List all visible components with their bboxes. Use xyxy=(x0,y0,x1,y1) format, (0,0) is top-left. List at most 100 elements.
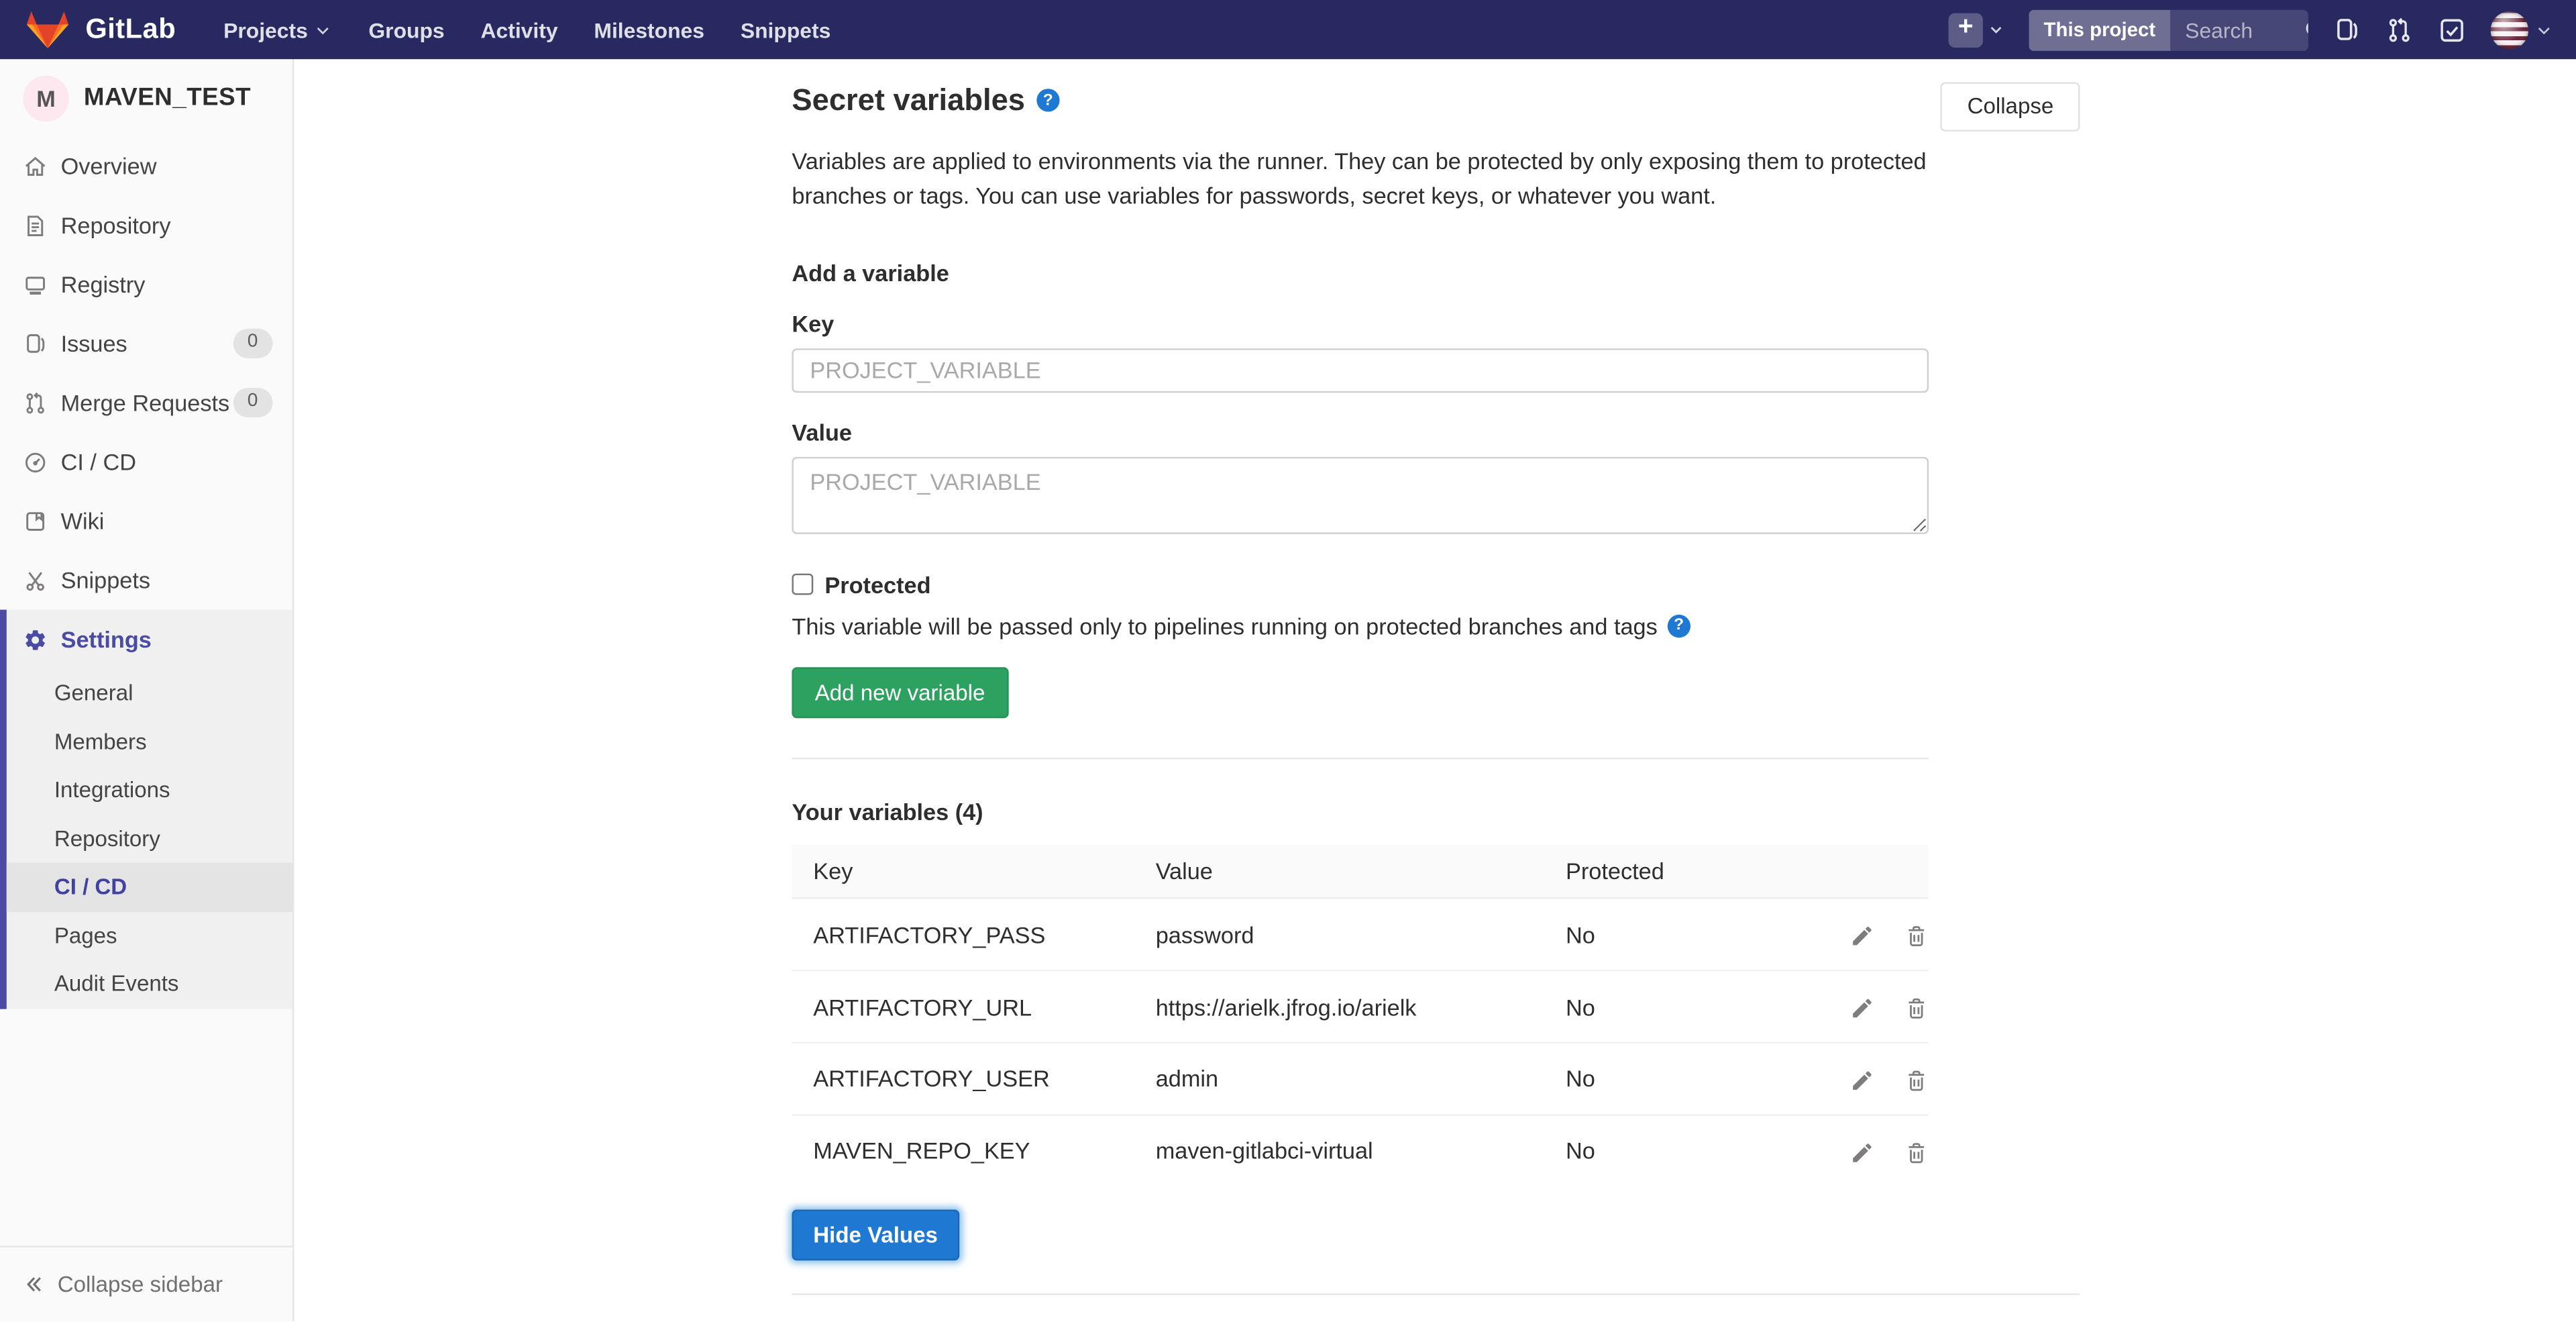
value-input[interactable] xyxy=(792,456,1929,534)
project-avatar: M xyxy=(23,74,69,121)
issues-icon[interactable] xyxy=(2333,15,2361,44)
table-row: ARTIFACTORY_USER admin No xyxy=(792,1042,1929,1115)
add-variable-heading: Add a variable xyxy=(792,259,949,286)
nav-link-activity[interactable]: Activity xyxy=(463,0,576,59)
column-header-key: Key xyxy=(813,858,853,885)
key-input[interactable] xyxy=(792,348,1929,393)
search-icon xyxy=(2306,23,2308,34)
sidebar-item-label: Merge Requests xyxy=(60,389,230,416)
user-menu[interactable] xyxy=(2490,10,2553,49)
nav-link-snippets[interactable]: Snippets xyxy=(722,0,849,59)
nav-link-groups[interactable]: Groups xyxy=(350,0,462,59)
brand-title[interactable]: GitLab xyxy=(85,13,176,46)
sidebar-item-merge-requests[interactable]: Merge Requests 0 xyxy=(0,373,292,432)
navbar-left: GitLab Projects Groups Activity Mileston… xyxy=(16,0,849,59)
search-input[interactable] xyxy=(2182,15,2297,44)
delete-variable-button[interactable] xyxy=(1904,996,1929,1021)
pencil-icon xyxy=(1853,927,1872,946)
divider xyxy=(792,1293,2080,1295)
sidebar-item-label: Overview xyxy=(60,152,157,179)
search-scope-badge[interactable]: This project xyxy=(2029,9,2171,50)
edit-variable-button[interactable] xyxy=(1850,1140,1875,1165)
top-navbar: GitLab Projects Groups Activity Mileston… xyxy=(0,0,2576,60)
variable-value: password xyxy=(1155,921,1254,948)
trash-icon xyxy=(1909,926,1925,947)
trash-icon xyxy=(1909,1142,1925,1163)
secret-variables-title: Secret variables xyxy=(792,82,1060,118)
issues-count-badge: 0 xyxy=(232,329,273,358)
sidebar-item-registry[interactable]: Registry xyxy=(0,255,292,314)
table-header-row: Key Value Protected xyxy=(792,845,1929,899)
search-box: This project xyxy=(2029,9,2308,50)
collapse-section-button[interactable]: Collapse xyxy=(1941,82,2080,131)
sidebar-subitem-repository[interactable]: Repository xyxy=(7,814,292,862)
help-icon[interactable] xyxy=(1036,89,1060,112)
gitlab-logo-icon[interactable] xyxy=(26,9,69,50)
edit-variable-button[interactable] xyxy=(1850,1068,1875,1092)
variable-protected: No xyxy=(1566,1065,1595,1092)
sidebar-subitem-audit-events[interactable]: Audit Events xyxy=(7,960,292,1008)
project-name: MAVEN_TEST xyxy=(83,83,252,112)
trash-icon xyxy=(1909,1070,1925,1090)
scissors-icon xyxy=(23,568,48,593)
column-header-actions xyxy=(1806,846,1929,899)
nav-link-label: Projects xyxy=(223,17,308,42)
collapse-sidebar-button[interactable]: Collapse sidebar xyxy=(0,1245,292,1321)
collapse-sidebar-label: Collapse sidebar xyxy=(57,1272,223,1297)
project-context[interactable]: M MAVEN_TEST xyxy=(0,59,292,136)
gear-icon xyxy=(23,627,48,652)
gauge-icon xyxy=(23,450,48,474)
hide-values-button[interactable]: Hide Values xyxy=(792,1209,959,1261)
book-icon xyxy=(23,509,48,533)
gitlab-app: GitLab Projects Groups Activity Mileston… xyxy=(0,0,2576,1321)
secret-variables-description: Variables are applied to environments vi… xyxy=(792,147,1927,209)
add-new-variable-button[interactable]: Add new variable xyxy=(792,666,1008,719)
sidebar-item-label: Registry xyxy=(60,271,146,298)
chevron-down-icon xyxy=(317,26,329,34)
variable-key: ARTIFACTORY_USER xyxy=(813,1065,1050,1092)
variable-protected: No xyxy=(1566,993,1595,1020)
table-row: MAVEN_REPO_KEY maven-gitlabci-virtual No xyxy=(792,1115,1929,1186)
sidebar-subitem-ci-cd[interactable]: CI / CD xyxy=(6,862,292,911)
sidebar-item-label: Issues xyxy=(60,330,127,357)
sidebar-item-snippets[interactable]: Snippets xyxy=(0,550,292,609)
navbar-right: + This project xyxy=(1948,9,2560,50)
nav-link-milestones[interactable]: Milestones xyxy=(576,0,722,59)
table-row: ARTIFACTORY_PASS password No xyxy=(792,899,1929,970)
help-icon[interactable] xyxy=(1667,614,1690,638)
double-chevron-left-icon xyxy=(27,1277,41,1292)
protected-checkbox[interactable] xyxy=(792,574,814,596)
pencil-icon xyxy=(1853,999,1872,1018)
edit-variable-button[interactable] xyxy=(1850,996,1875,1021)
sidebar-subitem-members[interactable]: Members xyxy=(7,717,292,766)
sidebar-item-overview[interactable]: Overview xyxy=(0,136,292,195)
edit-variable-button[interactable] xyxy=(1850,924,1875,949)
value-label: Value xyxy=(792,419,853,446)
sidebar-item-wiki[interactable]: Wiki xyxy=(0,491,292,550)
sidebar-item-issues[interactable]: Issues 0 xyxy=(0,314,292,373)
user-avatar xyxy=(2490,10,2529,49)
sidebar-item-settings[interactable]: Settings xyxy=(7,610,292,669)
nav-link-projects[interactable]: Projects xyxy=(205,0,350,59)
sidebar-item-label: Snippets xyxy=(60,566,151,594)
sidebar-subitem-pages[interactable]: Pages xyxy=(7,911,292,960)
merge-requests-icon[interactable] xyxy=(2385,15,2414,44)
sidebar-subitem-integrations[interactable]: Integrations xyxy=(7,766,292,814)
new-menu-button[interactable]: + xyxy=(1948,12,2004,47)
sidebar-item-label: Settings xyxy=(60,626,152,653)
column-header-value: Value xyxy=(1155,858,1213,885)
delete-variable-button[interactable] xyxy=(1904,1140,1929,1165)
sidebar-subitem-general[interactable]: General xyxy=(7,669,292,717)
variable-value: https://arielk.jfrog.io/arielk xyxy=(1155,993,1417,1020)
protected-help-text: This variable will be passed only to pip… xyxy=(792,613,1658,640)
delete-variable-button[interactable] xyxy=(1904,924,1929,949)
your-variables-heading: Your variables (4) xyxy=(792,799,983,826)
section-title-text: Secret variables xyxy=(792,82,1026,117)
settings-section: Settings General Members Integrations Re… xyxy=(0,609,292,1009)
main-content: Secret variables Collapse Variables are … xyxy=(295,59,2576,1321)
secret-variables-section: Secret variables Collapse Variables are … xyxy=(792,59,2080,1261)
sidebar-item-ci-cd[interactable]: CI / CD xyxy=(0,432,292,491)
todos-icon[interactable] xyxy=(2438,15,2466,44)
sidebar-item-repository[interactable]: Repository xyxy=(0,195,292,254)
delete-variable-button[interactable] xyxy=(1904,1068,1929,1092)
